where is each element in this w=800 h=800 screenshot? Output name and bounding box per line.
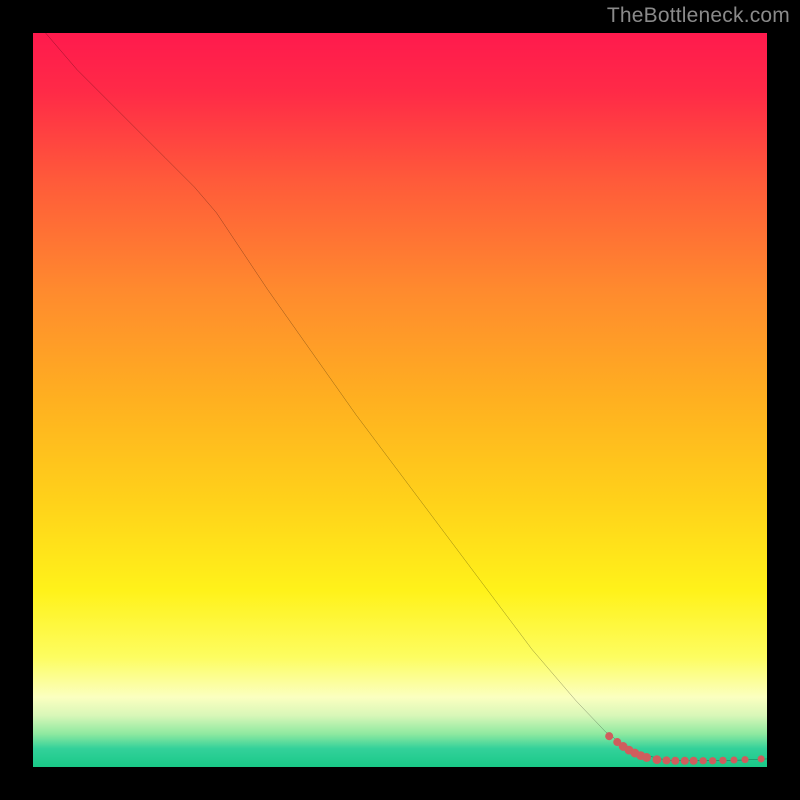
data-points xyxy=(605,732,764,765)
data-point xyxy=(709,757,716,764)
data-point xyxy=(741,756,748,763)
data-point xyxy=(758,755,765,762)
data-point xyxy=(681,757,689,765)
plot-area xyxy=(33,33,767,767)
data-point xyxy=(642,753,651,762)
watermark-text: TheBottleneck.com xyxy=(607,4,790,28)
data-point xyxy=(652,755,661,764)
chart-overlay xyxy=(33,33,767,767)
data-point xyxy=(605,732,613,740)
chart-frame: TheBottleneck.com xyxy=(0,0,800,800)
data-point xyxy=(662,756,670,764)
data-point xyxy=(699,757,706,764)
data-point xyxy=(690,757,698,765)
bottleneck-curve xyxy=(33,33,767,761)
data-point xyxy=(671,757,679,765)
data-point xyxy=(719,757,726,764)
data-point xyxy=(730,757,737,764)
